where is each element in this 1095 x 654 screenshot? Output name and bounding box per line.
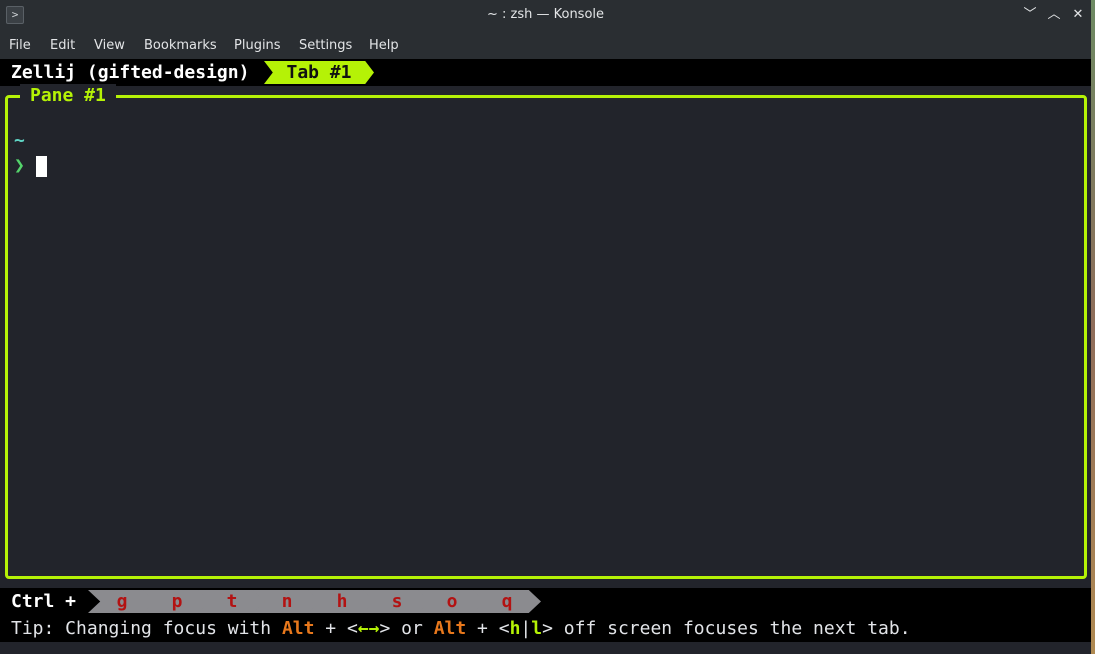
terminal-cursor: [36, 156, 47, 177]
key-g[interactable]: g: [88, 590, 156, 613]
tip-bar: Tip: Changing focus with Alt + <←→> or A…: [0, 615, 1091, 642]
tip-plus-1: + <: [314, 618, 358, 639]
window-title: ~ : zsh — Konsole: [486, 7, 605, 22]
tip-suffix: > off screen focuses the next tab.: [542, 618, 911, 639]
menu-bookmarks[interactable]: Bookmarks: [144, 32, 217, 59]
ctrl-modifier-label: Ctrl +: [11, 591, 77, 612]
konsole-window: > ~ : zsh — Konsole ﹀ ︿ ✕ File Edit View…: [0, 0, 1091, 654]
maximize-icon[interactable]: ︿: [1046, 7, 1062, 23]
tip-key-l: l: [531, 618, 543, 639]
minimize-icon[interactable]: ﹀: [1022, 7, 1038, 23]
tip-alt-2: Alt: [433, 618, 467, 639]
menu-bar: File Edit View Bookmarks Plugins Setting…: [0, 32, 1091, 59]
tip-prefix: Tip: Changing focus with: [11, 618, 282, 639]
prompt-cwd: ~: [14, 130, 25, 151]
tip-middle: > or: [379, 618, 434, 639]
tip-alt-1: Alt: [281, 618, 315, 639]
session-name: Zellij (gifted-design): [11, 62, 250, 83]
tip-plus-2: + <: [466, 618, 510, 639]
menu-settings[interactable]: Settings: [299, 32, 352, 59]
tip-text: Tip: Changing focus with Alt + <←→> or A…: [11, 615, 911, 642]
tip-arrows: ←→: [357, 618, 380, 639]
prompt-symbol: ❯: [14, 155, 25, 176]
menu-edit[interactable]: Edit: [50, 32, 75, 59]
title-bar[interactable]: > ~ : zsh — Konsole ﹀ ︿ ✕: [0, 0, 1091, 32]
zellij-tab-bar: Zellij (gifted-design) Tab #1: [0, 59, 1091, 86]
pane-title: Pane #1: [20, 84, 116, 108]
menu-help[interactable]: Help: [369, 32, 399, 59]
menu-view[interactable]: View: [94, 32, 125, 59]
tab-1[interactable]: Tab #1: [264, 61, 374, 84]
tip-key-h: h: [509, 618, 521, 639]
terminal-bottom-padding: [0, 642, 1091, 654]
tip-pipe: |: [520, 618, 532, 639]
close-icon[interactable]: ✕: [1070, 7, 1086, 23]
zellij-status-bar: Ctrl + g p t n h s o q: [0, 588, 1091, 615]
menu-file[interactable]: File: [9, 32, 31, 59]
terminal-area[interactable]: Zellij (gifted-design) Tab #1 Pane #1 ~ …: [0, 59, 1091, 654]
pane-1[interactable]: Pane #1 ~ ❯: [5, 84, 1087, 579]
menu-plugins[interactable]: Plugins: [234, 32, 281, 59]
desktop-background-strip: [1091, 0, 1095, 654]
